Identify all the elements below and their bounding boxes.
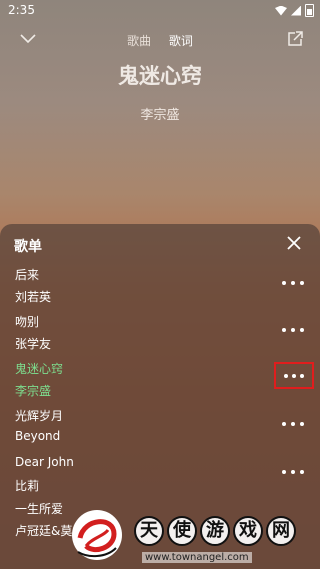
playlist-item-name: Dear John <box>15 455 74 469</box>
more-dots-icon[interactable] <box>274 362 314 389</box>
playlist-item[interactable]: 吻别 张学友 <box>0 313 320 359</box>
player-tabs: 歌曲 歌词 <box>0 32 320 49</box>
playlist-title: 歌单 <box>14 239 42 255</box>
playlist-item-artist: 张学友 <box>15 337 52 351</box>
watermark-logo-icon <box>72 510 122 560</box>
playlist-item-artist: 李宗盛 <box>15 384 52 398</box>
tab-song[interactable]: 歌曲 <box>127 32 151 49</box>
more-dots-icon[interactable] <box>282 323 304 337</box>
playlist-item-name: 后来 <box>15 268 40 282</box>
playlist-item-artist: Beyond <box>15 429 61 443</box>
more-dots-icon[interactable] <box>282 465 304 479</box>
watermark-url: www.townangel.com <box>142 552 252 563</box>
playlist-item[interactable]: 光辉岁月 Beyond <box>0 407 320 453</box>
watermark-char: 游 <box>200 516 230 546</box>
playlist-item-artist: 比莉 <box>15 479 40 493</box>
watermark-char: 使 <box>167 516 197 546</box>
signal-icon <box>291 5 301 16</box>
status-bar: 2:35 <box>0 0 320 22</box>
song-title: 鬼迷心窍 <box>118 64 202 88</box>
watermark-char: 网 <box>266 516 296 546</box>
song-artist: 李宗盛 <box>140 108 180 123</box>
more-dots-icon[interactable] <box>282 417 304 431</box>
more-dots-icon[interactable] <box>282 276 304 290</box>
playlist-item[interactable]: 后来 刘若英 <box>0 266 320 312</box>
watermark-text: 天 使 游 戏 网 <box>134 516 296 546</box>
battery-icon <box>305 4 314 17</box>
share-external-icon[interactable] <box>286 30 304 48</box>
playlist-item-name: 鬼迷心窍 <box>15 362 64 376</box>
playlist-item[interactable]: Dear John 比莉 <box>0 455 320 501</box>
status-time: 2:35 <box>8 3 35 17</box>
watermark-char: 天 <box>134 516 164 546</box>
player-header: 歌曲 歌词 <box>0 28 320 54</box>
playlist-item-name: 一生所爱 <box>15 502 64 516</box>
tab-lyrics[interactable]: 歌词 <box>169 32 193 49</box>
wifi-icon <box>275 5 287 16</box>
playlist-item-current[interactable]: 鬼迷心窍 李宗盛 <box>0 360 320 406</box>
playlist-item-artist: 刘若英 <box>15 290 52 304</box>
playlist-item-artist: 卢冠廷&莫 <box>15 524 73 538</box>
playlist-item-name: 光辉岁月 <box>15 409 64 423</box>
close-icon[interactable] <box>286 235 302 251</box>
status-icons <box>275 4 314 17</box>
watermark-char: 戏 <box>233 516 263 546</box>
watermark: 天 使 游 戏 网 www.townangel.com <box>70 508 320 569</box>
playlist-item-name: 吻别 <box>15 315 40 329</box>
